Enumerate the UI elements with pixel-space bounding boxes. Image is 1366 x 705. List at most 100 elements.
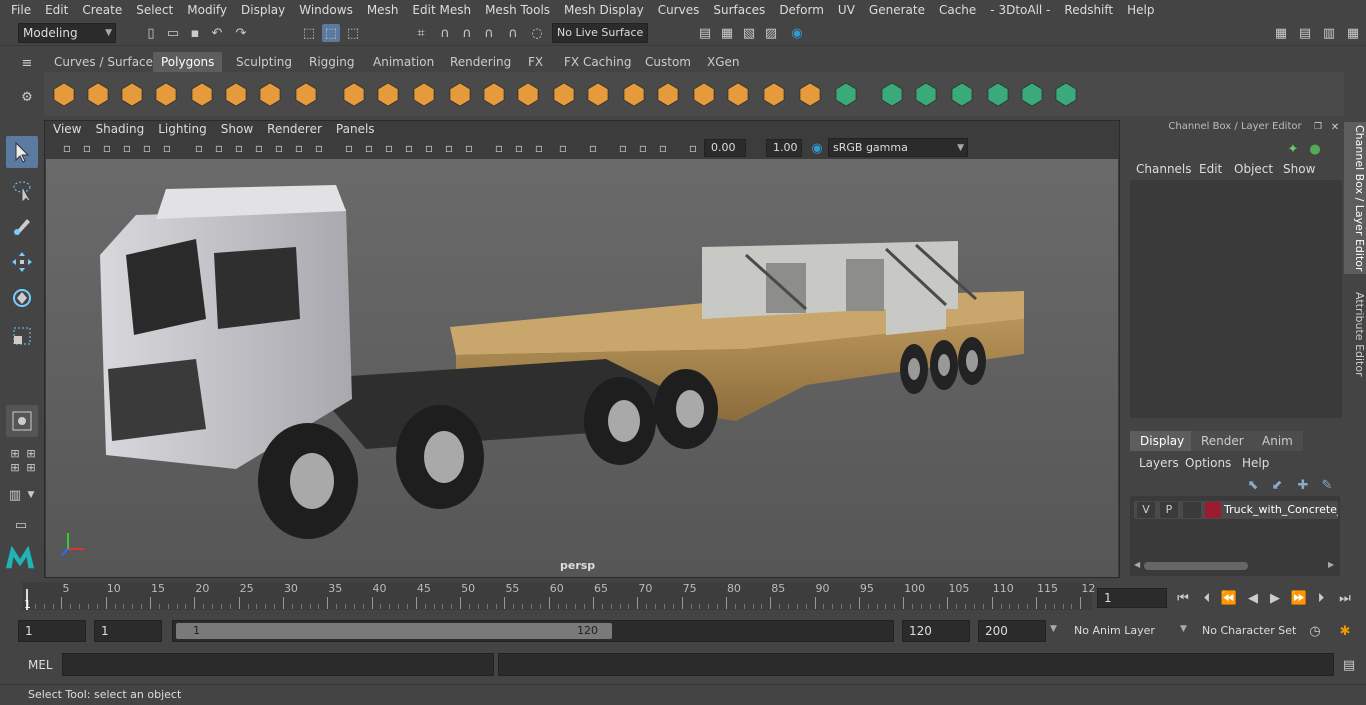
wireframe-icon[interactable]: ▫ — [230, 139, 248, 157]
gamma-field[interactable]: 1.00 — [766, 139, 802, 157]
safe-action-icon[interactable]: ▫ — [510, 139, 528, 157]
render-frame-icon[interactable]: ▦ — [718, 24, 736, 42]
snap-view-icon[interactable]: ∩ — [480, 24, 498, 42]
cube-icon[interactable] — [84, 80, 112, 108]
render-view-icon[interactable]: ▤ — [696, 24, 714, 42]
live-surface-icon[interactable]: ◌ — [528, 24, 546, 42]
script-language-button[interactable]: MEL — [28, 658, 53, 672]
channel-menu-object[interactable]: Object — [1234, 162, 1273, 176]
viewport-menu-view[interactable]: View — [46, 122, 88, 136]
menu-deform[interactable]: Deform — [772, 3, 831, 17]
xray-joints-icon[interactable]: ▫ — [584, 139, 602, 157]
merge-icon[interactable] — [760, 80, 788, 108]
ambient-occlusion-icon[interactable]: ▫ — [340, 139, 358, 157]
render-settings-icon[interactable]: ▨ — [762, 24, 780, 42]
multi-cut-icon[interactable] — [654, 80, 682, 108]
playback-start-field[interactable]: 1 — [94, 620, 162, 642]
pipe-icon[interactable] — [292, 80, 320, 108]
sew-uv-icon[interactable] — [984, 80, 1012, 108]
tab-xgen[interactable]: XGen — [699, 52, 748, 72]
textured-icon[interactable]: ▫ — [270, 139, 288, 157]
channel-menu-channels[interactable]: Channels — [1136, 162, 1192, 176]
ipr-render-icon[interactable]: ▧ — [740, 24, 758, 42]
outliner-pane-icon[interactable]: ⊞ — [22, 458, 40, 476]
smooth-icon[interactable] — [446, 80, 474, 108]
range-slider-handle[interactable] — [176, 623, 612, 639]
tab-sculpting[interactable]: Sculpting — [228, 52, 300, 72]
color-management-icon[interactable]: ◉ — [808, 139, 826, 157]
step-back-frame-icon[interactable]: ⏴ — [1198, 589, 1216, 607]
character-set-dropdown[interactable]: No Character Set — [1196, 620, 1300, 642]
play-forwards-icon[interactable]: ▶ — [1266, 589, 1284, 607]
layer-visibility-toggle[interactable]: V — [1137, 502, 1155, 518]
scroll-right-icon[interactable]: ▶ — [1328, 560, 1334, 569]
xray-icon[interactable]: ▫ — [380, 139, 398, 157]
tab-anim[interactable]: Anim — [1252, 431, 1303, 451]
combine-icon[interactable] — [340, 80, 368, 108]
lights-icon[interactable]: ▫ — [290, 139, 308, 157]
frame-selected-icon[interactable]: ▫ — [158, 139, 176, 157]
speed-icon[interactable]: ● — [1306, 140, 1324, 158]
menu-display[interactable]: Display — [234, 3, 292, 17]
layer-name[interactable]: Truck_with_Concrete_F — [1224, 503, 1338, 516]
layer-color-swatch[interactable] — [1205, 502, 1221, 518]
use-default-material-icon[interactable]: ▫ — [614, 139, 632, 157]
viewport-menu-renderer[interactable]: Renderer — [260, 122, 329, 136]
playback-end-field[interactable]: 120 — [902, 620, 970, 642]
shelf-settings-icon[interactable]: ⚙ — [18, 88, 36, 106]
menu-help[interactable]: Help — [1120, 3, 1161, 17]
viewport-menu-shading[interactable]: Shading — [88, 122, 151, 136]
menu-curves[interactable]: Curves — [651, 3, 707, 17]
chevron-down-icon[interactable]: ▼ — [1180, 624, 1187, 634]
tab-polygons[interactable]: Polygons — [153, 52, 223, 72]
separate-icon[interactable] — [374, 80, 402, 108]
field-chart-icon[interactable]: ▫ — [490, 139, 508, 157]
anim-layer-dropdown[interactable]: No Anim Layer — [1068, 620, 1176, 642]
wireframe-on-shaded-icon[interactable]: ▫ — [554, 139, 572, 157]
grid-icon[interactable]: ▫ — [210, 139, 228, 157]
new-scene-icon[interactable]: ▯ — [142, 24, 160, 42]
backface-icon[interactable]: ▫ — [684, 139, 702, 157]
camera-icon[interactable]: ▫ — [58, 139, 76, 157]
mode-dropdown[interactable]: Modeling ▼ — [18, 23, 116, 43]
menu-redshift[interactable]: Redshift — [1057, 3, 1120, 17]
tab-rendering[interactable]: Rendering — [442, 52, 519, 72]
tab-render[interactable]: Render — [1191, 431, 1254, 451]
camera-attributes-icon[interactable]: ▫ — [78, 139, 96, 157]
snap-grid-icon[interactable]: ⌗ — [412, 24, 430, 42]
viewport-menu-panels[interactable]: Panels — [329, 122, 382, 136]
3d-viewport[interactable] — [46, 159, 1118, 577]
cylinder-icon[interactable] — [118, 80, 146, 108]
cone-icon[interactable] — [152, 80, 180, 108]
live-surface-field[interactable]: No Live Surface — [552, 23, 648, 43]
undo-icon[interactable]: ↶ — [208, 24, 226, 42]
menu-mesh[interactable]: Mesh — [360, 3, 406, 17]
boolean-icon[interactable] — [480, 80, 508, 108]
animation-end-field[interactable]: 200 — [978, 620, 1046, 642]
channel-box-toggle-icon[interactable]: ▦ — [1344, 24, 1362, 42]
menu-modify[interactable]: Modify — [180, 3, 234, 17]
current-frame-field[interactable]: 1 — [1097, 588, 1167, 608]
extrude-icon[interactable] — [550, 80, 578, 108]
image-plane-icon[interactable]: ▫ — [118, 139, 136, 157]
select-hierarchy-icon[interactable]: ⬚ — [300, 24, 318, 42]
tab-rigging[interactable]: Rigging — [301, 52, 362, 72]
tab-display[interactable]: Display — [1130, 431, 1195, 451]
menu-file[interactable]: File — [4, 3, 38, 17]
step-back-key-icon[interactable]: ⏪ — [1220, 589, 1238, 607]
tab-attribute-editor[interactable]: Attribute Editor — [1344, 286, 1366, 382]
extract-icon[interactable] — [410, 80, 438, 108]
move-tool-icon[interactable] — [6, 246, 38, 278]
channel-menu-show[interactable]: Show — [1283, 162, 1315, 176]
snap-surface-icon[interactable]: ∩ — [504, 24, 522, 42]
colorspace-dropdown[interactable]: sRGB gamma ▼ — [828, 138, 968, 157]
layer-playback-toggle[interactable]: P — [1160, 502, 1178, 518]
play-backwards-icon[interactable]: ◀ — [1244, 589, 1262, 607]
scroll-left-icon[interactable]: ◀ — [1134, 560, 1140, 569]
layer-menu-help[interactable]: Help — [1242, 456, 1269, 470]
workspace-icon[interactable]: ▦ — [1272, 24, 1290, 42]
float-panel-icon[interactable]: ❐ — [1312, 121, 1324, 133]
menu-create[interactable]: Create — [75, 3, 129, 17]
gate-mask-icon[interactable]: ▫ — [460, 139, 478, 157]
resolution-gate-icon[interactable]: ▫ — [440, 139, 458, 157]
